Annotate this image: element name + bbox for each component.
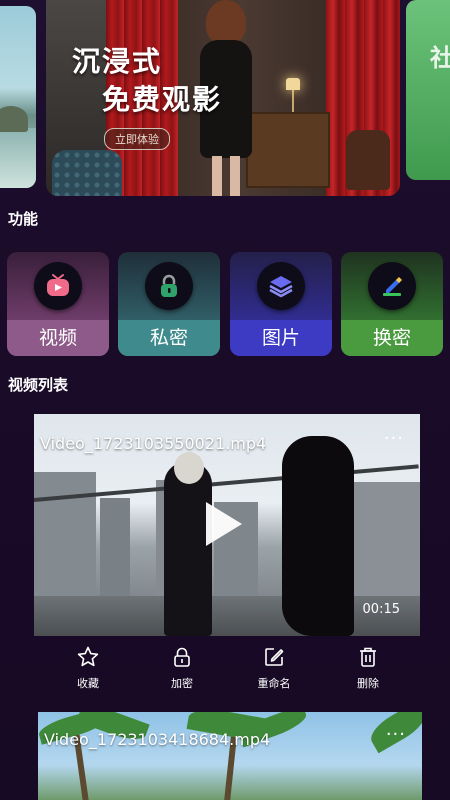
rename-label: 重命名 — [257, 677, 291, 690]
lock-icon — [145, 262, 193, 310]
function-change-password-label: 换密 — [341, 320, 443, 356]
functions-title: 功能 — [8, 210, 39, 228]
tv-icon — [34, 262, 82, 310]
banner-next-slide[interactable]: 社 — [406, 0, 450, 180]
banner-next-glyph: 社 — [430, 44, 450, 72]
encrypt-label: 加密 — [171, 677, 193, 690]
banner-cabinet — [246, 112, 330, 188]
delete-button[interactable]: 删除 — [338, 645, 398, 691]
video-card[interactable]: Video_1723103550021.mp4 ··· 00:15 — [34, 414, 420, 636]
sea-image — [0, 128, 36, 188]
function-private-button[interactable]: 私密 — [118, 252, 220, 356]
star-icon — [76, 645, 100, 669]
edit-icon — [262, 645, 286, 669]
video-figure-left — [164, 452, 212, 636]
banner-lamp-stem — [292, 90, 294, 112]
banner-headline-line2: 免费观影 — [102, 83, 223, 116]
banner-prev-slide[interactable] — [0, 6, 36, 188]
video-list-title: 视频列表 — [8, 376, 69, 394]
banner-sofa — [52, 150, 122, 196]
layers-icon — [257, 262, 305, 310]
video-filename: Video_1723103418684.mp4 — [44, 730, 271, 749]
banner-lamp — [286, 78, 300, 90]
function-video-label: 视频 — [7, 320, 109, 356]
banner-cta-button[interactable]: 立即体验 — [104, 128, 170, 150]
lock-icon — [170, 645, 194, 669]
banner-slide[interactable]: 沉浸式 免费观影 立即体验 — [46, 0, 400, 196]
video-filename: Video_1723103550021.mp4 — [40, 434, 267, 453]
video-card[interactable]: Video_1723103418684.mp4 ··· — [38, 712, 422, 800]
function-change-password-button[interactable]: 换密 — [341, 252, 443, 356]
function-private-label: 私密 — [118, 320, 220, 356]
edit-icon — [368, 262, 416, 310]
app-screen: 沉浸式 免费观影 立即体验 社 功能 视频 私密 图片 换密 视频列表 Vide… — [0, 0, 450, 800]
favorite-label: 收藏 — [77, 677, 99, 690]
trash-icon — [356, 645, 380, 669]
more-options-icon[interactable]: ··· — [384, 428, 404, 449]
play-icon[interactable] — [206, 502, 242, 546]
banner-chair — [346, 130, 390, 190]
function-video-button[interactable]: 视频 — [7, 252, 109, 356]
function-images-button[interactable]: 图片 — [230, 252, 332, 356]
video-figure-right — [282, 436, 354, 636]
rock-image — [0, 106, 28, 132]
video-actions-bar: 收藏 加密 重命名 删除 — [34, 645, 420, 695]
more-options-icon[interactable]: ··· — [386, 724, 406, 745]
encrypt-button[interactable]: 加密 — [152, 645, 212, 691]
video-duration: 00:15 — [362, 602, 400, 617]
rename-button[interactable]: 重命名 — [244, 645, 304, 691]
favorite-button[interactable]: 收藏 — [58, 645, 118, 691]
banner-headline-line1: 沉浸式 — [72, 45, 163, 78]
delete-label: 删除 — [357, 677, 379, 690]
function-images-label: 图片 — [230, 320, 332, 356]
